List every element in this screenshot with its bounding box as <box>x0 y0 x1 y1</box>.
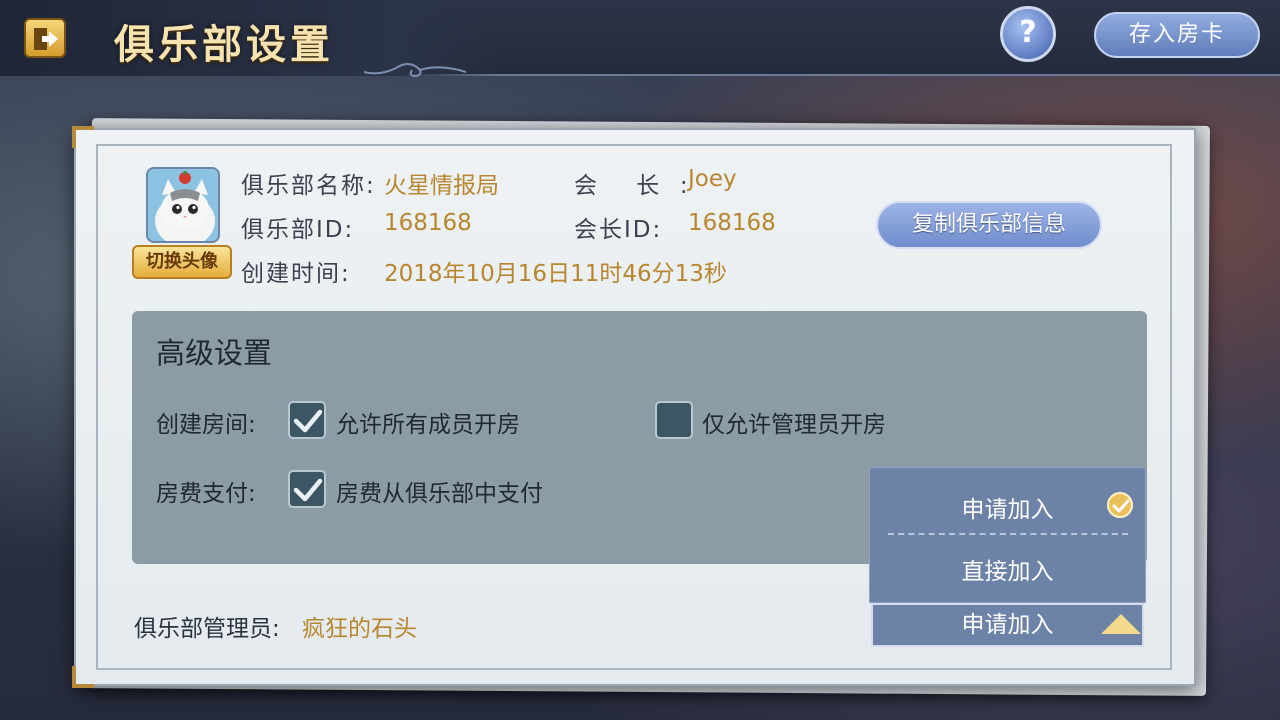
owner-id-label: 会长ID: <box>574 217 663 243</box>
dropdown-arrow-up-icon[interactable] <box>1101 614 1141 634</box>
club-id-label: 俱乐部ID: <box>241 217 355 243</box>
fee-from-club-label[interactable]: 房费从俱乐部中支付 <box>336 474 543 508</box>
owner-value: Joey <box>688 166 737 192</box>
corner-ornament <box>72 666 94 688</box>
created-time-label: 创建时间: <box>241 261 351 287</box>
deposit-room-card-button[interactable]: 存入房卡 <box>1094 12 1260 58</box>
cat-avatar-icon <box>148 169 218 241</box>
join-mode-dropdown-list: 申请加入 直接加入 <box>869 467 1146 603</box>
admin-only-label[interactable]: 仅允许管理员开房 <box>702 405 886 439</box>
club-admins-value: 疯狂的石头 <box>302 616 417 642</box>
created-time-value: 2018年10月16日11时46分13秒 <box>384 261 727 287</box>
switch-avatar-button[interactable]: 切换头像 <box>132 245 232 279</box>
dropdown-divider <box>888 533 1128 535</box>
allow-all-members-label[interactable]: 允许所有成员开房 <box>336 405 520 439</box>
join-mode-option-apply[interactable]: 申请加入 <box>870 490 1145 524</box>
club-name-label: 俱乐部名称: <box>241 173 376 199</box>
fee-from-club-checkbox[interactable] <box>288 470 326 508</box>
room-fee-label: 房费支付: <box>156 481 256 507</box>
help-button[interactable]: ? <box>1000 6 1056 62</box>
admin-only-checkbox[interactable] <box>655 401 693 439</box>
join-mode-option-direct[interactable]: 直接加入 <box>870 552 1145 586</box>
club-id-value: 168168 <box>384 210 472 236</box>
owner-id-value: 168168 <box>688 210 776 236</box>
allow-all-members-checkbox[interactable] <box>288 401 326 439</box>
create-room-label: 创建房间: <box>156 412 256 438</box>
cloud-ornament-icon <box>363 63 467 78</box>
exit-icon <box>34 28 58 50</box>
advanced-settings-title: 高级设置 <box>156 336 273 370</box>
checkmark-icon <box>293 478 323 502</box>
owner-label: 会 长 : <box>574 173 690 199</box>
club-name-value: 火星情报局 <box>384 173 499 199</box>
copy-club-info-button[interactable]: 复制俱乐部信息 <box>876 201 1102 249</box>
club-avatar <box>146 167 220 243</box>
back-button[interactable] <box>24 18 66 58</box>
page-title: 俱乐部设置 <box>114 21 334 68</box>
checkmark-icon <box>293 409 323 433</box>
club-admins-label: 俱乐部管理员: <box>134 616 280 642</box>
selected-check-icon <box>1107 492 1133 518</box>
check-glyph-icon <box>1112 499 1130 513</box>
corner-ornament <box>72 126 94 148</box>
